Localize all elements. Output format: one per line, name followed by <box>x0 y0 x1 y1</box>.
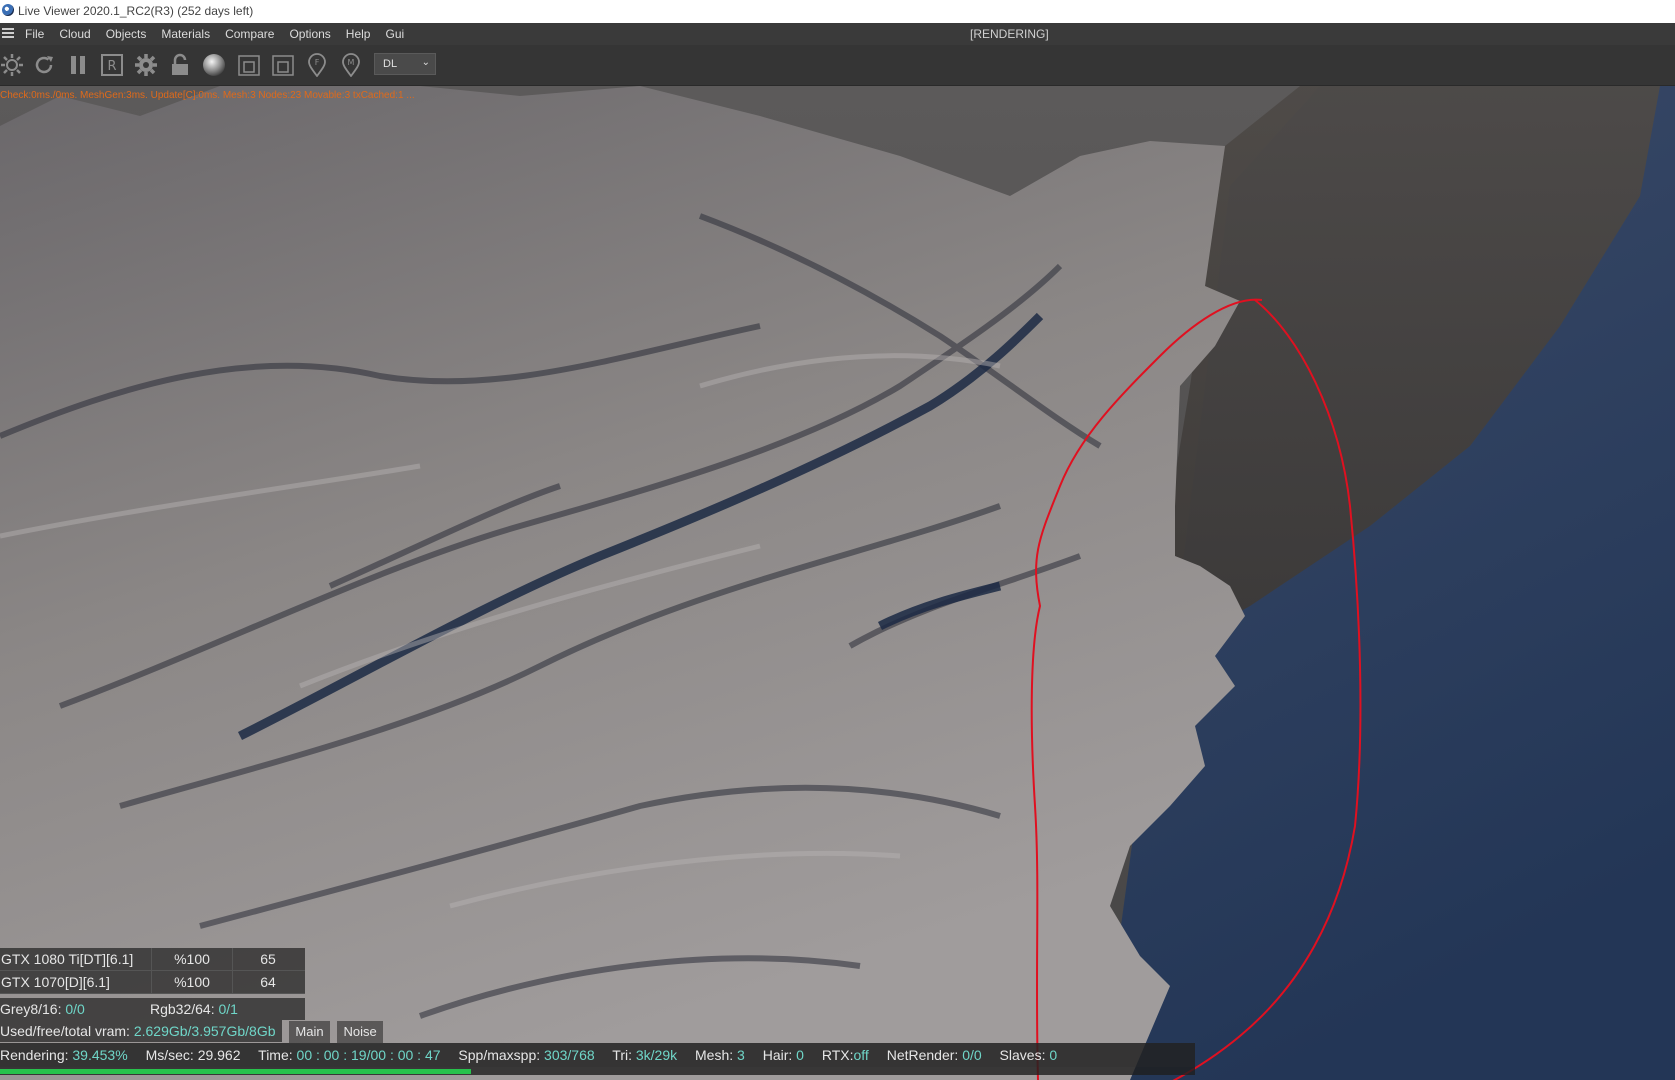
rendering-label: Rendering: <box>0 1047 69 1063</box>
settings-sun-icon[interactable] <box>0 53 24 77</box>
render-stats-text: Check:0ms./0ms. MeshGen:3ms. Update[C]:0… <box>0 90 415 101</box>
render-viewport[interactable]: Check:0ms./0ms. MeshGen:3ms. Update[C]:0… <box>0 86 1675 1080</box>
mesh-label: Mesh: <box>695 1047 734 1063</box>
hamburger-menu-icon[interactable] <box>2 28 14 39</box>
render-progress-bar <box>0 1067 1195 1075</box>
frame-alt-icon[interactable] <box>271 53 295 77</box>
netrender-value: 0/0 <box>962 1047 982 1063</box>
refresh-icon[interactable] <box>32 53 56 77</box>
rendering-stat: Rendering: 39.453% <box>0 1047 128 1063</box>
spp-label: Spp/maxspp: <box>458 1047 541 1063</box>
rendered-terrain-image <box>0 86 1675 1080</box>
render-progress-fill <box>0 1069 472 1074</box>
gpu-row[interactable]: GTX 1080 Ti[DT][6.1] %100 65 <box>0 948 305 971</box>
hair-value: 0 <box>796 1047 804 1063</box>
vram-row: Used/free/total vram: 2.629Gb/3.957Gb/8G… <box>0 1020 420 1044</box>
mssec-value: 29.962 <box>197 1047 241 1063</box>
texture-memory-row: Grey8/16: 0/0 Rgb32/64: 0/1 <box>0 998 305 1020</box>
kernel-select[interactable]: DL ⌄ <box>374 53 436 75</box>
slaves-stat: Slaves: 0 <box>1000 1047 1058 1063</box>
pin-m-icon[interactable]: M <box>339 53 363 78</box>
time-value: 00 : 00 : 19/00 : 00 : 47 <box>296 1047 441 1063</box>
svg-text:F: F <box>315 58 320 67</box>
tri-value: 3k/29k <box>635 1047 678 1063</box>
rgb-label: Rgb32/64: <box>150 1001 215 1017</box>
rtx-value: off <box>853 1047 869 1063</box>
gpu-table: GTX 1080 Ti[DT][6.1] %100 65 GTX 1070[D]… <box>0 948 305 994</box>
region-render-icon[interactable]: R <box>100 53 124 77</box>
title-bar: Live Viewer 2020.1_RC2(R3) (252 days lef… <box>0 0 1675 23</box>
toolbar: R F M DL ⌄ <box>0 45 1675 86</box>
menu-bar: File Cloud Objects Materials Compare Opt… <box>0 23 1675 45</box>
rgb-group: Rgb32/64: 0/1 <box>150 998 238 1020</box>
menu-file[interactable]: File <box>25 27 44 41</box>
pin-f-icon[interactable]: F <box>305 53 329 78</box>
menu-compare[interactable]: Compare <box>225 27 274 41</box>
rtx-label: RTX: <box>821 1047 854 1063</box>
time-label: Time: <box>258 1047 293 1063</box>
tri-label: Tri: <box>612 1047 632 1063</box>
time-stat: Time: 00 : 00 : 19/00 : 00 : 47 <box>258 1047 440 1063</box>
gpu-name: GTX 1080 Ti[DT][6.1] <box>0 948 152 970</box>
menu-options[interactable]: Options <box>289 27 330 41</box>
render-status-label: [RENDERING] <box>970 27 1049 41</box>
rgb-value: 0/1 <box>218 1001 238 1017</box>
gpu-name: GTX 1070[D][6.1] <box>0 971 152 993</box>
gear-icon[interactable] <box>134 53 158 77</box>
gpu-usage: %100 <box>152 971 233 993</box>
material-ball-icon[interactable] <box>202 53 226 77</box>
chevron-down-icon: ⌄ <box>421 57 430 68</box>
render-status-bar: Rendering: 39.453% Ms/sec: 29.962 Time: … <box>0 1043 1195 1067</box>
hair-stat: Hair: 0 <box>763 1047 804 1063</box>
menu-cloud[interactable]: Cloud <box>59 27 90 41</box>
vram-label: Used/free/total vram: <box>0 1023 130 1039</box>
slaves-label: Slaves: <box>999 1047 1046 1063</box>
pause-icon[interactable] <box>66 53 90 77</box>
menu-materials[interactable]: Materials <box>161 27 210 41</box>
window-title: Live Viewer 2020.1_RC2(R3) (252 days lef… <box>18 4 254 18</box>
vram-value: 2.629Gb/3.957Gb/8Gb <box>133 1023 276 1039</box>
svg-text:R: R <box>107 59 116 74</box>
tri-stat: Tri: 3k/29k <box>612 1047 677 1063</box>
gpu-temp: 65 <box>260 951 276 967</box>
mesh-stat: Mesh: 3 <box>695 1047 745 1063</box>
hair-label: Hair: <box>762 1047 793 1063</box>
menu-objects[interactable]: Objects <box>106 27 147 41</box>
frame-icon[interactable] <box>237 53 261 77</box>
mssec-stat: Ms/sec: 29.962 <box>146 1047 241 1063</box>
grey-label: Grey8/16: <box>0 1001 62 1017</box>
rendering-value: 39.453% <box>72 1047 128 1063</box>
mesh-value: 3 <box>737 1047 745 1063</box>
spp-value: 303/768 <box>544 1047 595 1063</box>
netrender-label: NetRender: <box>886 1047 959 1063</box>
netrender-stat: NetRender: 0/0 <box>887 1047 982 1063</box>
spp-stat: Spp/maxspp: 303/768 <box>458 1047 594 1063</box>
gpu-usage: %100 <box>152 948 233 970</box>
gpu-row[interactable]: GTX 1070[D][6.1] %100 64 <box>0 971 305 994</box>
tab-noise[interactable]: Noise <box>337 1021 383 1044</box>
rtx-stat: RTX:off <box>822 1047 869 1063</box>
grey-value: 0/0 <box>65 1001 85 1017</box>
gpu-temp: 64 <box>260 974 276 990</box>
vram-info: Used/free/total vram: 2.629Gb/3.957Gb/8G… <box>0 1020 282 1042</box>
mssec-label: Ms/sec: <box>145 1047 194 1063</box>
menu-gui[interactable]: Gui <box>385 27 404 41</box>
svg-text:M: M <box>348 58 355 67</box>
tab-main[interactable]: Main <box>289 1021 330 1044</box>
app-logo-icon <box>2 4 14 16</box>
kernel-select-value: DL <box>383 58 398 70</box>
slaves-value: 0 <box>1049 1047 1058 1063</box>
lock-icon[interactable] <box>168 53 192 77</box>
menu-items: File Cloud Objects Materials Compare Opt… <box>25 27 419 41</box>
menu-help[interactable]: Help <box>346 27 371 41</box>
